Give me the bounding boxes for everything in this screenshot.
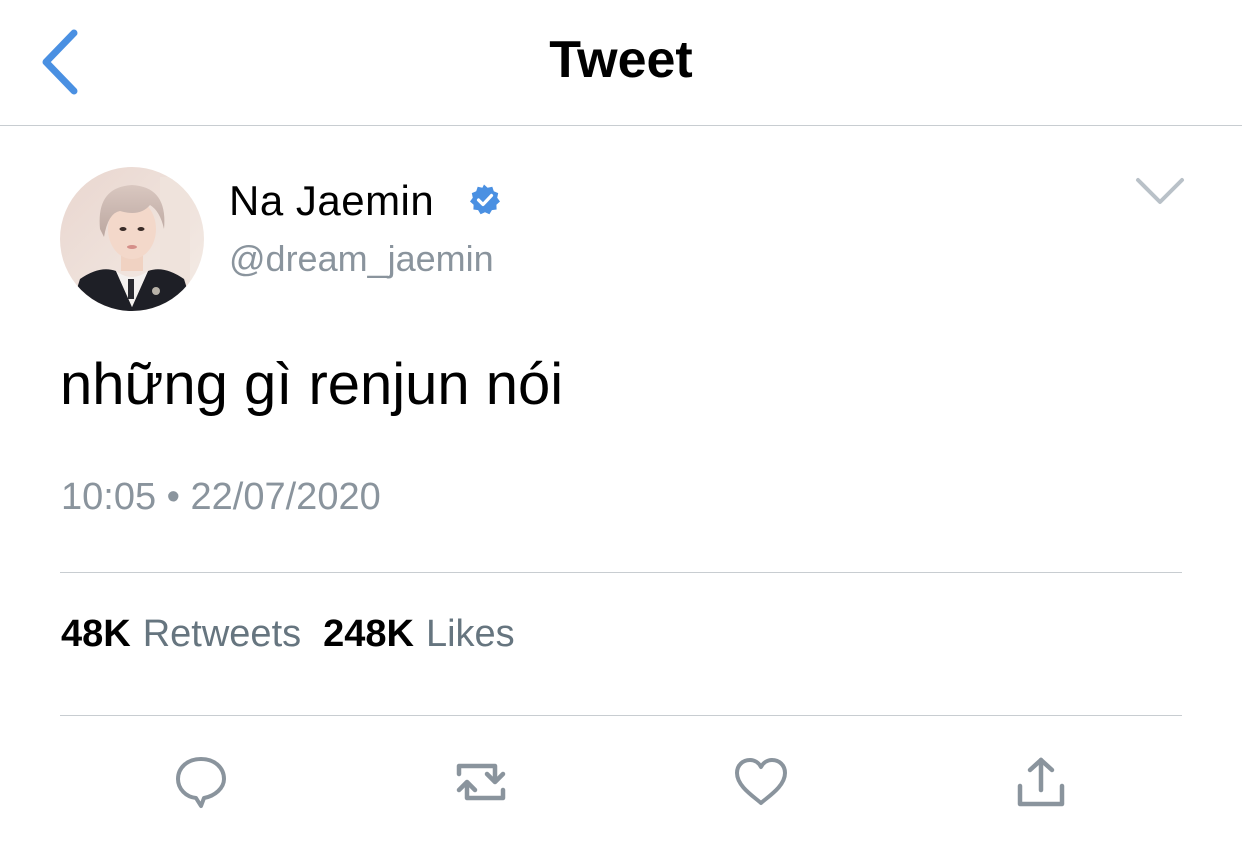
reply-button[interactable] xyxy=(171,752,231,812)
reply-icon xyxy=(176,757,226,808)
divider xyxy=(60,715,1182,716)
likes-stat[interactable]: 248K Likes xyxy=(323,610,515,658)
tweet-stats: 48K Retweets 248K Likes xyxy=(61,610,537,658)
retweets-stat[interactable]: 48K Retweets xyxy=(61,610,301,658)
like-button[interactable] xyxy=(731,752,791,812)
likes-label: Likes xyxy=(425,613,515,655)
navigation-header: Tweet xyxy=(0,0,1242,126)
retweets-label: Retweets xyxy=(142,613,302,655)
divider xyxy=(60,572,1182,573)
avatar-image xyxy=(60,167,204,311)
likes-count: 248K xyxy=(323,613,414,655)
retweet-button[interactable] xyxy=(451,752,511,812)
share-icon xyxy=(1017,757,1065,807)
tweet-timestamp: 10:05 • 22/07/2020 xyxy=(61,474,381,520)
verified-badge-icon xyxy=(470,184,500,215)
heart-icon xyxy=(735,758,787,805)
tweet-date: 22/07/2020 xyxy=(190,476,381,518)
timestamp-separator: • xyxy=(166,476,180,518)
author-display-name[interactable]: Na Jaemin xyxy=(229,176,434,226)
chevron-down-icon[interactable] xyxy=(1134,172,1186,212)
tweet-time: 10:05 xyxy=(61,476,157,518)
share-button[interactable] xyxy=(1011,752,1071,812)
tweet-text: những gì renjun nói xyxy=(60,352,564,417)
retweet-icon xyxy=(456,763,506,801)
page-title: Tweet xyxy=(549,31,693,89)
avatar[interactable] xyxy=(60,167,204,311)
retweets-count: 48K xyxy=(61,613,131,655)
author-handle[interactable]: @dream_jaemin xyxy=(229,236,494,282)
